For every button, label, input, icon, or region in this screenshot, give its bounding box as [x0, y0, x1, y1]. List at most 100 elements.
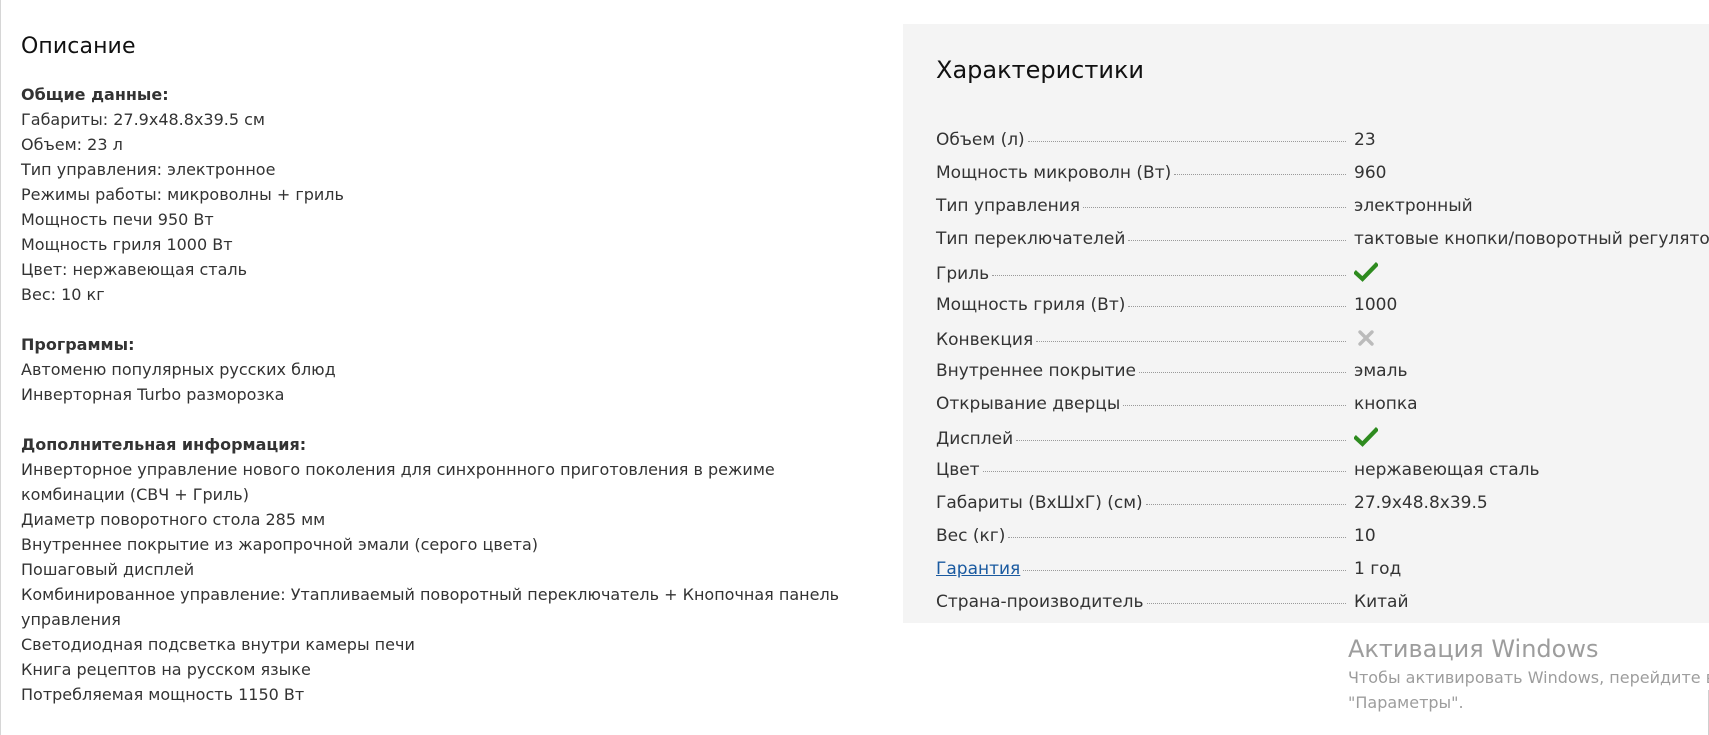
spec-name: Тип переключателей	[936, 229, 1126, 249]
spec-value	[1350, 328, 1378, 350]
spec-name-cell: Мощность микроволн (Вт)	[936, 163, 1350, 183]
description-line: Объем: 23 л	[21, 135, 123, 154]
spec-value: 1000	[1354, 295, 1398, 315]
dotted-leader	[1023, 570, 1346, 571]
spec-value: тактовые кнопки/поворотный регулятор	[1354, 229, 1709, 249]
description-line: Вес: 10 кг	[21, 285, 105, 304]
spec-row: Дисплей	[936, 427, 1709, 460]
description-line: управления	[21, 610, 121, 629]
spec-value: кнопка	[1354, 394, 1418, 414]
spec-name-cell: Цвет	[936, 460, 1350, 480]
specs-list: Объем (л) 23 Мощность микроволн (Вт) 960 Тип…	[936, 130, 1709, 625]
dotted-leader	[1145, 504, 1346, 505]
spec-row: Внутреннее покрытие эмаль	[936, 361, 1709, 394]
spec-row: Цвет нержавеющая сталь	[936, 460, 1709, 493]
description-line: Потребляемая мощность 1150 Вт	[21, 685, 305, 704]
spec-name-cell: Дисплей	[936, 429, 1350, 449]
spec-value	[1350, 262, 1379, 284]
description-line: Цвет: нержавеющая сталь	[21, 260, 248, 279]
dotted-leader	[1083, 207, 1346, 208]
spec-name: Дисплей	[936, 429, 1014, 449]
description-line: комбинации (СВЧ + Гриль)	[21, 485, 249, 504]
spec-name: Конвекция	[936, 330, 1034, 350]
watermark-line: "Параметры".	[1348, 693, 1464, 712]
check-icon	[1353, 427, 1379, 447]
spec-row: Габариты (ВхШхГ) (см) 27.9x48.8x39.5	[936, 493, 1709, 526]
spec-name: Мощность гриля (Вт)	[936, 295, 1126, 315]
dotted-leader	[1146, 603, 1346, 604]
spec-row: Тип управления электронный	[936, 196, 1709, 229]
spec-name: Тип управления	[936, 196, 1081, 216]
description-line: Инверторное управление нового поколения …	[21, 460, 775, 479]
dotted-leader	[1027, 141, 1346, 142]
spec-value: эмаль	[1354, 361, 1408, 381]
spec-value: 27.9x48.8x39.5	[1354, 493, 1488, 513]
spec-name-cell: Гриль	[936, 264, 1350, 284]
spec-value: нержавеющая сталь	[1354, 460, 1540, 480]
spec-name: Цвет	[936, 460, 980, 480]
spec-row: Вес (кг) 10	[936, 526, 1709, 559]
dotted-leader	[1123, 405, 1346, 406]
dotted-leader	[1036, 341, 1346, 342]
spec-value: электронный	[1354, 196, 1473, 216]
spec-row: Гриль	[936, 262, 1709, 295]
dotted-leader	[992, 275, 1346, 276]
description-line: Автоменю популярных русских блюд	[21, 360, 336, 379]
spec-value: 1 год	[1354, 559, 1402, 579]
page-left-border	[0, 0, 1, 735]
spec-name-cell: Внутреннее покрытие	[936, 361, 1350, 381]
spec-name: Гриль	[936, 264, 990, 284]
spec-name-cell: Габариты (ВхШхГ) (см)	[936, 493, 1350, 513]
description-line: Диаметр поворотного стола 285 мм	[21, 510, 326, 529]
spec-value	[1350, 427, 1379, 449]
dotted-leader	[1174, 174, 1346, 175]
cross-icon	[1354, 328, 1378, 348]
spec-row: Страна-производитель Китай	[936, 592, 1709, 625]
spec-name: Вес (кг)	[936, 526, 1006, 546]
description-line: Комбинированное управление: Утапливаемый…	[21, 585, 840, 604]
description-line: Светодиодная подсветка внутри камеры печ…	[21, 635, 415, 654]
spec-name: Объем (л)	[936, 130, 1025, 150]
warranty-link[interactable]: Гарантия	[936, 559, 1020, 579]
spec-row: Открывание дверцы кнопка	[936, 394, 1709, 427]
specs-title: Характеристики	[936, 56, 1145, 84]
description-line: Тип управления: электронное	[21, 160, 276, 179]
spec-row: Гарантия 1 год	[936, 559, 1709, 592]
spec-name-cell: Объем (л)	[936, 130, 1350, 150]
spec-value: 960	[1354, 163, 1387, 183]
specs-panel: Характеристики Объем (л) 23 Мощность микро…	[903, 24, 1709, 623]
spec-name-cell: Страна-производитель	[936, 592, 1350, 612]
description-title: Описание	[21, 34, 136, 59]
description-section: Общие данные: Габариты: 27.9x48.8x39.5 см…	[21, 82, 881, 307]
check-icon	[1353, 262, 1379, 282]
section-title: Программы:	[21, 335, 135, 354]
spec-row: Тип переключателей тактовые кнопки/поворо…	[936, 229, 1709, 262]
spec-name-cell: Мощность гриля (Вт)	[936, 295, 1350, 315]
spec-row: Объем (л) 23	[936, 130, 1709, 163]
spec-name: Страна-производитель	[936, 592, 1144, 612]
spec-name: Мощность микроволн (Вт)	[936, 163, 1172, 183]
spec-name: Открывание дверцы	[936, 394, 1121, 414]
watermark-line: Чтобы активировать Windows, перейдите в	[1348, 668, 1709, 687]
description-line: Инверторная Turbo разморозка	[21, 385, 285, 404]
description-line: Мощность печи 950 Вт	[21, 210, 214, 229]
description-line: Пошаговый дисплей	[21, 560, 195, 579]
spec-name-cell: Гарантия	[936, 559, 1350, 579]
description-section: Дополнительная информация: Инверторное уп…	[21, 432, 881, 707]
spec-name-cell: Тип переключателей	[936, 229, 1350, 249]
description-line: Внутреннее покрытие из жаропрочной эмали…	[21, 535, 539, 554]
description-line: Мощность гриля 1000 Вт	[21, 235, 233, 254]
spec-value: 10	[1354, 526, 1376, 546]
windows-activation-watermark: Активация Windows Чтобы активировать Win…	[1348, 633, 1709, 715]
spec-row: Конвекция	[936, 328, 1709, 361]
spec-name: Внутреннее покрытие	[936, 361, 1136, 381]
dotted-leader	[1138, 372, 1346, 373]
dotted-leader	[1008, 537, 1346, 538]
spec-name-cell: Вес (кг)	[936, 526, 1350, 546]
description-section: Программы: Автоменю популярных русских бл…	[21, 332, 881, 407]
dotted-leader	[1128, 240, 1346, 241]
dotted-leader	[1128, 306, 1346, 307]
description-line: Режимы работы: микроволны + гриль	[21, 185, 344, 204]
spec-name-cell: Конвекция	[936, 330, 1350, 350]
section-title: Дополнительная информация:	[21, 435, 307, 454]
